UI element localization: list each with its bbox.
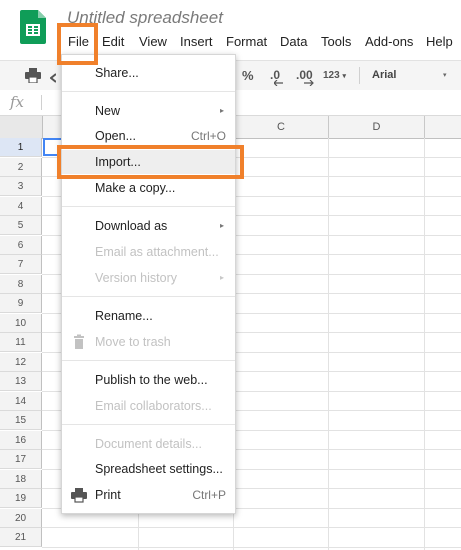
menu-item-label: Download as: [95, 219, 168, 233]
row-header-15[interactable]: 15: [0, 411, 42, 430]
row-header-7[interactable]: 7: [0, 255, 42, 274]
arrow-right-icon: [304, 80, 314, 86]
menu-separator: [62, 206, 235, 207]
font-dropdown-arrow-icon[interactable]: ▾: [443, 61, 447, 90]
print-icon[interactable]: [25, 68, 41, 83]
menu-item-label: Rename...: [95, 309, 153, 323]
row-header-1[interactable]: 1: [0, 138, 42, 157]
row-header-20[interactable]: 20: [0, 508, 42, 528]
menu-item-label: New: [95, 104, 121, 118]
file-menu-dropdown: Share... New ▸ Open... Ctrl+O Import... …: [61, 54, 236, 514]
row-header-5[interactable]: 5: [0, 216, 42, 235]
menu-item-label: Document details...: [95, 437, 202, 451]
menu-separator: [62, 360, 235, 361]
formula-bar-separator: [41, 95, 42, 110]
row-header-4[interactable]: 4: [0, 196, 42, 216]
menu-item-label: Make a copy...: [95, 181, 176, 195]
column-header-e[interactable]: [425, 116, 461, 138]
row-header-3[interactable]: 3: [0, 177, 42, 196]
row-header-19[interactable]: 19: [0, 489, 42, 508]
fx-icon: fx: [10, 93, 25, 111]
menu-separator: [62, 424, 235, 425]
row-header-8[interactable]: 8: [0, 274, 42, 294]
menu-item-shortcut: Ctrl+P: [192, 488, 226, 502]
submenu-arrow-icon: ▸: [219, 106, 224, 115]
print-icon: [71, 488, 87, 503]
decrease-decimal-button[interactable]: .0: [270, 61, 283, 90]
undo-icon[interactable]: [49, 70, 57, 83]
menu-item-label: Spreadsheet settings...: [95, 462, 223, 476]
arrow-left-icon: [274, 80, 283, 86]
row-header-17[interactable]: 17: [0, 450, 42, 469]
dropdown-arrow-icon: ▾: [342, 73, 346, 80]
submenu-arrow-icon: ▸: [219, 221, 224, 230]
menu-item-email-collaborators: Email collaborators...: [62, 394, 235, 418]
select-all-corner[interactable]: [0, 116, 43, 138]
spreadsheet-app: Untitled spreadsheet File Edit View Inse…: [0, 0, 461, 550]
more-formats-button[interactable]: 123 ▾: [323, 61, 346, 90]
row-header-12[interactable]: 12: [0, 352, 42, 372]
menu-view[interactable]: View: [139, 31, 167, 52]
menu-tools[interactable]: Tools: [321, 31, 351, 52]
more-formats-label: 123: [323, 70, 340, 81]
menu-item-new[interactable]: New ▸: [62, 99, 235, 123]
sheets-logo-icon[interactable]: [20, 10, 46, 44]
menu-item-publish-to-web[interactable]: Publish to the web...: [62, 368, 235, 392]
gridline-horizontal: [42, 546, 461, 548]
menu-addons[interactable]: Add-ons: [365, 31, 413, 52]
row-header-6[interactable]: 6: [0, 235, 42, 255]
row-header-11[interactable]: 11: [0, 333, 42, 352]
column-header-c[interactable]: C: [234, 116, 329, 138]
trash-icon: [74, 334, 84, 349]
menu-item-label: Publish to the web...: [95, 373, 208, 387]
column-header-d[interactable]: D: [329, 116, 425, 138]
gridline-horizontal: [42, 527, 461, 528]
menu-item-email-as-attachment: Email as attachment...: [62, 240, 235, 264]
menu-item-move-to-trash: Move to trash: [62, 330, 235, 354]
percent-format-button[interactable]: %: [242, 61, 254, 90]
menu-format[interactable]: Format: [226, 31, 267, 52]
row-header-13[interactable]: 13: [0, 372, 42, 391]
submenu-arrow-icon: ▸: [219, 273, 224, 282]
row-header-10[interactable]: 10: [0, 313, 42, 333]
menu-item-label: Share...: [95, 66, 139, 80]
menu-separator: [62, 91, 235, 92]
menu-item-label: Email collaborators...: [95, 399, 212, 413]
menu-item-version-history: Version history ▸: [62, 266, 235, 290]
menu-item-document-details: Document details...: [62, 432, 235, 456]
menu-item-label: Email as attachment...: [95, 245, 219, 259]
menu-data[interactable]: Data: [280, 31, 307, 52]
menu-help[interactable]: Help: [426, 31, 453, 52]
menu-insert[interactable]: Insert: [180, 31, 213, 52]
menu-item-label: Move to trash: [95, 335, 171, 349]
row-header-9[interactable]: 9: [0, 294, 42, 313]
menu-item-label: Version history: [95, 271, 177, 285]
menu-item-print[interactable]: Print Ctrl+P: [62, 483, 235, 507]
font-family-select[interactable]: Arial: [372, 61, 396, 90]
row-header-18[interactable]: 18: [0, 469, 42, 489]
row-header-2[interactable]: 2: [0, 157, 42, 177]
menu-item-make-a-copy[interactable]: Make a copy...: [62, 176, 235, 200]
file-menu-highlight-box: [57, 23, 98, 65]
import-highlight-box: [57, 145, 244, 179]
menu-item-rename[interactable]: Rename...: [62, 304, 235, 328]
row-header-16[interactable]: 16: [0, 430, 42, 450]
menu-edit[interactable]: Edit: [102, 31, 124, 52]
menu-item-label: Print: [95, 488, 121, 502]
menu-item-download-as[interactable]: Download as ▸: [62, 214, 235, 238]
menu-separator: [62, 296, 235, 297]
row-header-21[interactable]: 21: [0, 528, 42, 547]
menu-item-spreadsheet-settings[interactable]: Spreadsheet settings...: [62, 457, 235, 481]
row-header-14[interactable]: 14: [0, 391, 42, 411]
toolbar-separator: [359, 67, 360, 84]
increase-decimal-button[interactable]: .00: [296, 61, 314, 90]
